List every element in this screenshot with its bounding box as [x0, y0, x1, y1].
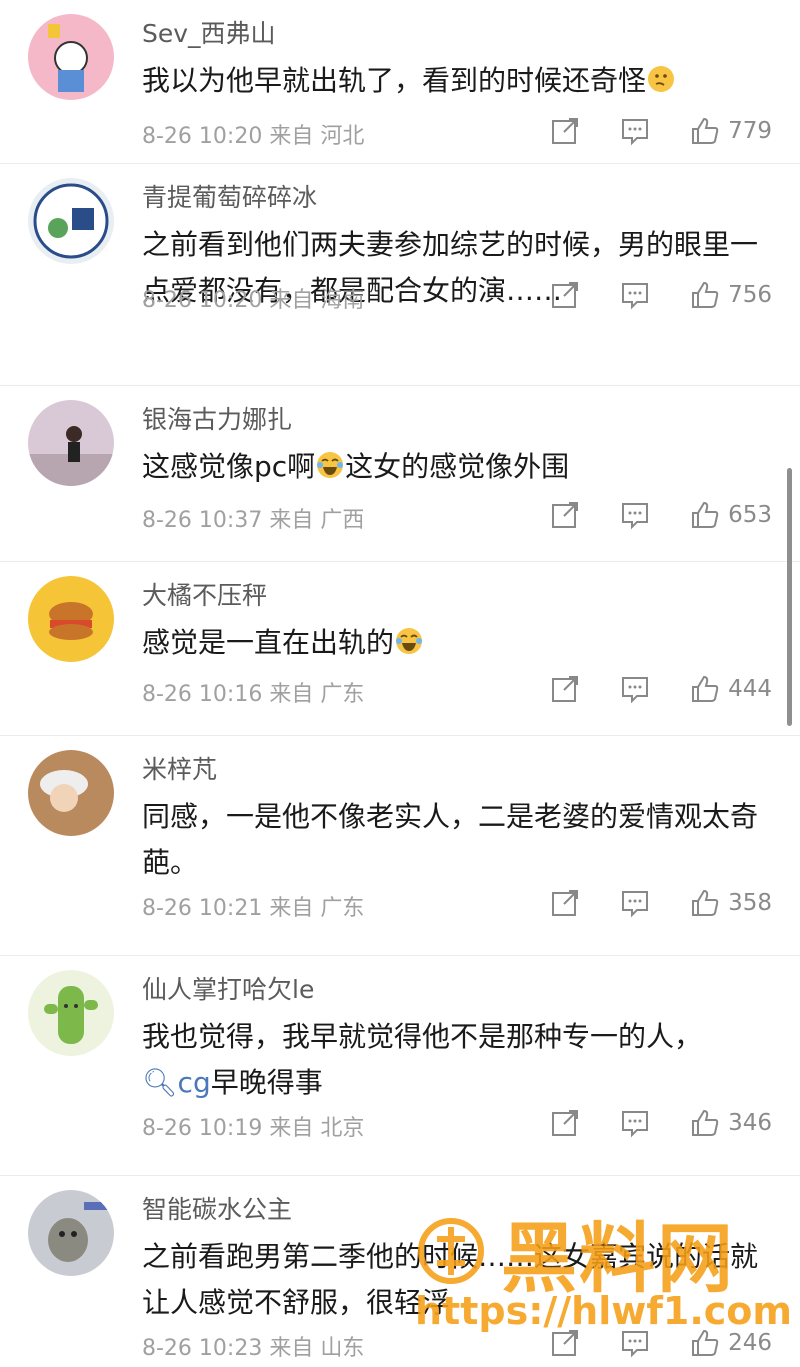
thumbs-up-icon	[692, 1109, 719, 1136]
comment-icon	[622, 677, 649, 704]
like-count: 346	[728, 1110, 772, 1136]
share-icon	[552, 1330, 579, 1356]
user-avatar[interactable]	[28, 1190, 114, 1276]
comment-text: 我以为他早就出轨了，看到的时候还奇怪	[142, 58, 772, 104]
like-button[interactable]: 346	[690, 1108, 772, 1138]
comment-icon	[622, 1111, 649, 1138]
comment-item: 智能碳水公主 之前看跑男第二季他的时候……这女嘉宾说的话就让人感觉不舒服，很轻浮…	[0, 1176, 800, 1367]
user-avatar[interactable]	[28, 14, 114, 100]
comment-icon	[622, 891, 649, 918]
share-button[interactable]	[550, 1328, 580, 1358]
thinking-face-icon	[648, 66, 675, 92]
comment-item: 米梓芃 同感，一是他不像老实人，二是老婆的爱情观太奇葩。 8-26 10:21 …	[0, 736, 800, 956]
comment-text: 我也觉得，我早就觉得他不是那种专一的人， 🔍︎cg早晚得事	[142, 1020, 703, 1099]
comment-text: 这感觉像pc啊 这女的感觉像外围	[142, 450, 570, 483]
like-count: 779	[728, 118, 772, 144]
user-avatar[interactable]	[28, 178, 114, 264]
share-icon	[552, 1110, 579, 1136]
username[interactable]: 青提葡萄碎碎冰	[142, 178, 317, 214]
share-button[interactable]	[550, 888, 580, 918]
comment-meta: 8-26 10:20 来自 海南	[142, 288, 365, 313]
share-icon	[552, 676, 579, 702]
reply-button[interactable]	[620, 280, 650, 310]
like-button[interactable]: 756	[690, 280, 772, 310]
username[interactable]: 仙人掌打哈欠le	[142, 970, 314, 1006]
topic-link[interactable]: 🔍︎cg	[142, 1066, 211, 1099]
reply-button[interactable]	[620, 500, 650, 530]
comment-meta: 8-26 10:16 来自 广东	[142, 682, 365, 707]
like-button[interactable]: 779	[690, 116, 772, 146]
comment-meta: 8-26 10:20 来自 河北	[142, 124, 365, 149]
reply-button[interactable]	[620, 116, 650, 146]
reply-button[interactable]	[620, 1108, 650, 1138]
share-button[interactable]	[550, 280, 580, 310]
like-button[interactable]: 358	[690, 888, 772, 918]
search-icon: 🔍︎	[142, 1066, 178, 1099]
comment-item: Sev_西弗山 我以为他早就出轨了，看到的时候还奇怪 8-26 10:20 来自…	[0, 0, 800, 164]
like-button[interactable]: 653	[690, 500, 772, 530]
share-icon	[552, 890, 579, 916]
comment-text: 之前看跑男第二季他的时候……这女嘉宾说的话就让人感觉不舒服，很轻浮	[142, 1240, 759, 1319]
like-count: 358	[728, 890, 772, 916]
username[interactable]: 米梓芃	[142, 750, 217, 786]
user-avatar[interactable]	[28, 970, 114, 1056]
comment-icon	[622, 503, 649, 530]
comment-text: 同感，一是他不像老实人，二是老婆的爱情观太奇葩。	[142, 800, 759, 879]
username[interactable]: 大橘不压秤	[142, 576, 267, 612]
like-count: 653	[728, 502, 772, 528]
username[interactable]: 智能碳水公主	[142, 1190, 292, 1226]
share-button[interactable]	[550, 116, 580, 146]
comment-item: 青提葡萄碎碎冰 之前看到他们两夫妻参加综艺的时候，男的眼里一点爱都没有，都是配合…	[0, 164, 800, 386]
comment-icon	[622, 1331, 649, 1358]
share-icon	[552, 282, 579, 308]
thumbs-up-icon	[692, 889, 719, 916]
comment-text: 感觉是一直在出轨的	[142, 620, 772, 666]
comment-item: 仙人掌打哈欠le 我也觉得，我早就觉得他不是那种专一的人， 🔍︎cg早晚得事 8-…	[0, 956, 800, 1176]
reply-button[interactable]	[620, 1328, 650, 1358]
user-avatar[interactable]	[28, 750, 114, 836]
laughing-crying-icon	[317, 452, 344, 478]
comment-list: Sev_西弗山 我以为他早就出轨了，看到的时候还奇怪 8-26 10:20 来自…	[0, 0, 800, 1367]
user-avatar[interactable]	[28, 400, 114, 486]
laughing-crying-icon	[396, 628, 423, 654]
comment-meta: 8-26 10:19 来自 北京	[142, 1116, 365, 1141]
thumbs-up-icon	[692, 675, 719, 702]
share-button[interactable]	[550, 674, 580, 704]
thumbs-up-icon	[692, 501, 719, 528]
thumbs-up-icon	[692, 281, 719, 308]
comment-meta: 8-26 10:21 来自 广东	[142, 896, 365, 921]
reply-button[interactable]	[620, 674, 650, 704]
thumbs-up-icon	[692, 1329, 719, 1356]
comment-meta: 8-26 10:23 来自 山东	[142, 1336, 365, 1361]
like-button[interactable]: 444	[690, 674, 772, 704]
share-icon	[552, 502, 579, 528]
user-avatar[interactable]	[28, 576, 114, 662]
share-icon	[552, 118, 579, 144]
comment-icon	[622, 119, 649, 146]
scrollbar[interactable]	[787, 468, 792, 726]
reply-button[interactable]	[620, 888, 650, 918]
share-button[interactable]	[550, 1108, 580, 1138]
comment-item: 银海古力娜扎 这感觉像pc啊 这女的感觉像外围 8-26 10:37 来自 广西 …	[0, 386, 800, 562]
like-count: 246	[728, 1330, 772, 1356]
username[interactable]: Sev_西弗山	[142, 14, 276, 50]
comment-meta: 8-26 10:37 来自 广西	[142, 508, 365, 533]
comment-item: 大橘不压秤 感觉是一直在出轨的 8-26 10:16 来自 广东 444	[0, 562, 800, 736]
like-count: 756	[728, 282, 772, 308]
like-button[interactable]: 246	[690, 1328, 772, 1358]
comment-icon	[622, 283, 649, 310]
share-button[interactable]	[550, 500, 580, 530]
username[interactable]: 银海古力娜扎	[142, 400, 292, 436]
thumbs-up-icon	[692, 117, 719, 144]
like-count: 444	[728, 676, 772, 702]
